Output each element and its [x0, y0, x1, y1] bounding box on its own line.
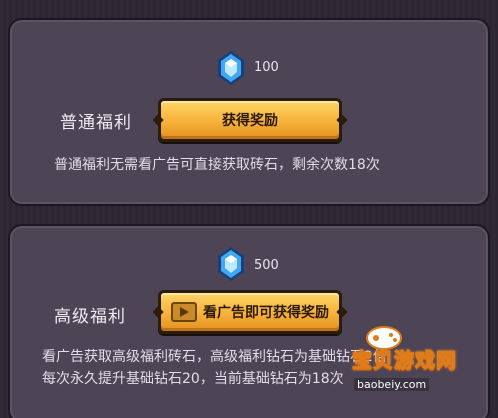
normal-reward-label: 普通福利 [60, 113, 132, 133]
premium-gem-count: 500 [254, 258, 279, 273]
rewards-screen: 100 普通福利 获得奖励 普通福利无需看广告可直接获取砖石，剩余次数18次 5… [0, 0, 498, 418]
diamond-icon [218, 247, 244, 281]
watermark-text: 宝贝游戏网 [352, 348, 457, 373]
premium-reward-description-line1: 看广告获取高级福利砖石，高级福利钻石为基础钻石2倍 [42, 349, 387, 365]
premium-reward-label: 高级福利 [54, 307, 126, 327]
watch-ad-button[interactable]: 看广告即可获得奖励 [158, 290, 342, 334]
site-watermark: 宝贝游戏网 baobeiy.com [344, 322, 494, 412]
watch-ad-button-label: 看广告即可获得奖励 [203, 305, 329, 321]
normal-reward-card: 100 普通福利 获得奖励 普通福利无需看广告可直接获取砖石，剩余次数18次 [8, 18, 490, 206]
video-play-icon [171, 302, 197, 322]
diamond-icon [218, 51, 244, 85]
get-reward-button[interactable]: 获得奖励 [158, 98, 342, 142]
get-reward-button-label: 获得奖励 [222, 113, 278, 129]
watermark-url: baobeiy.com [354, 378, 430, 391]
normal-gem-count: 100 [254, 60, 279, 75]
premium-reward-description-line2: 每次永久提升基础钻石20，当前基础钻石为18次 [42, 371, 344, 387]
normal-reward-description: 普通福利无需看广告可直接获取砖石，剩余次数18次 [54, 157, 380, 173]
